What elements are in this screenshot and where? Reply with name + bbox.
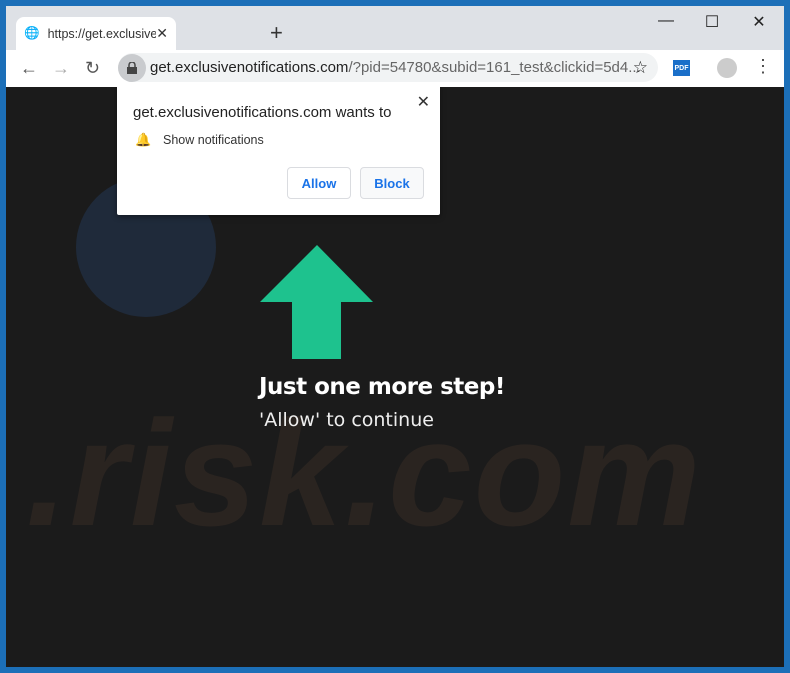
forward-button[interactable]: → [52,58,70,79]
tab-bar: 🌐 https://get.exclusivenotifications.com… [6,6,784,50]
toolbar: ← → ↻ get.exclusivenotifications.com/?pi… [6,50,784,87]
globe-icon: 🌐 [24,26,40,40]
maximize-button[interactable]: ☐ [697,12,727,32]
new-tab-button[interactable]: + [270,20,283,46]
bell-icon: 🔔 [135,132,152,147]
close-tab-icon[interactable]: ✕ [156,25,168,42]
permission-label: Show notifications [163,133,264,147]
url-path: /?pid=54780&subid=161_test&clickid=5d4..… [348,59,641,76]
popup-heading: get.exclusivenotifications.com wants to [133,104,392,121]
browser-window: 🌐 https://get.exclusivenotifications.com… [6,6,784,667]
pdf-extension-icon[interactable]: PDF [673,60,690,76]
url-host: get.exclusivenotifications.com [150,59,349,76]
page-content: .risk.com get.exclusivenotifications.com… [6,87,784,667]
reload-button[interactable]: ↻ [85,58,100,79]
close-popup-icon[interactable]: ✕ [417,92,430,112]
avatar[interactable] [717,58,737,78]
back-button[interactable]: ← [20,58,38,79]
up-arrow-icon [260,245,373,359]
page-subtitle: 'Allow' to continue [259,409,434,431]
block-button[interactable]: Block [360,167,424,199]
star-icon[interactable]: ☆ [633,58,648,78]
notification-permission-popup: get.exclusivenotifications.com wants to … [117,87,440,215]
close-window-button[interactable]: ✕ [744,12,774,32]
address-bar[interactable]: get.exclusivenotifications.com/?pid=5478… [118,53,658,82]
minimize-button[interactable]: — [651,12,681,30]
menu-icon[interactable]: ⋮ [754,56,772,77]
tab[interactable]: 🌐 https://get.exclusivenotifications.com… [16,17,176,50]
lock-icon[interactable] [118,53,146,82]
tab-title: https://get.exclusivenotifications.com [47,26,157,41]
allow-button[interactable]: Allow [287,167,351,199]
page-title: Just one more step! [259,374,505,400]
